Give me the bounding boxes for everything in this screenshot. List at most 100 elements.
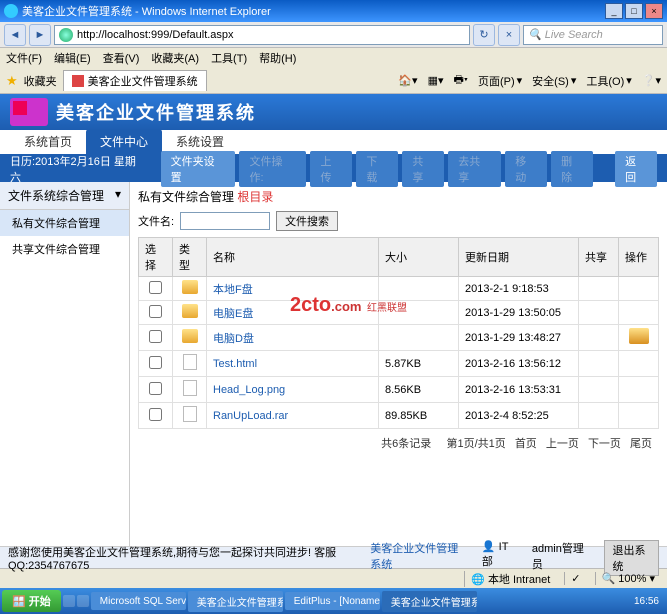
row-checkbox[interactable]: [149, 330, 162, 343]
sidebar-item-shared[interactable]: 共享文件综合管理: [0, 236, 129, 262]
pager-next[interactable]: 下一页: [588, 438, 621, 450]
task-item[interactable]: 美客企业文件管理系…: [382, 591, 477, 612]
file-size: 8.56KB: [379, 377, 459, 403]
clock: 16:56: [634, 596, 659, 607]
col-type: 类型: [173, 238, 207, 277]
col-size: 大小: [379, 238, 459, 277]
safety-menu[interactable]: 安全(S)▾: [532, 73, 576, 89]
quick-launch-icon[interactable]: [77, 595, 89, 607]
maximize-button[interactable]: □: [625, 3, 643, 19]
file-name-link[interactable]: Head_Log.png: [213, 384, 285, 396]
file-date: 2013-2-16 13:53:31: [459, 377, 579, 403]
col-share: 共享: [579, 238, 619, 277]
panel-title: 私有文件综合管理 根目录: [138, 188, 659, 205]
main-panel: 私有文件综合管理 根目录 文件名: 文件搜索 选择 类型 名称 大小 更新日期 …: [130, 182, 667, 546]
file-date: 2013-2-16 13:56:12: [459, 351, 579, 377]
file-name-link[interactable]: 本地F盘: [213, 284, 253, 296]
col-op: 操作: [619, 238, 659, 277]
file-share: [579, 277, 619, 301]
ie-icon: [4, 4, 18, 18]
system-tray[interactable]: 16:56: [628, 596, 665, 607]
file-name-link[interactable]: 电脑E盘: [213, 308, 253, 320]
app-header: 美客企业文件管理系统: [0, 94, 667, 130]
refresh-button[interactable]: ↻: [473, 24, 495, 46]
window-title: 美客企业文件管理系统 - Windows Internet Explorer: [22, 3, 271, 19]
table-row: 电脑D盘 2013-1-29 13:48:27: [139, 325, 659, 351]
app-footer: 感谢您使用美客企业文件管理系统,期待与您一起探讨共同进步! 客服QQ:23547…: [0, 546, 667, 568]
globe-icon: [59, 28, 73, 42]
favorites-label[interactable]: 收藏夹: [24, 73, 57, 89]
file-name-link[interactable]: 电脑D盘: [213, 333, 254, 345]
stop-button[interactable]: ×: [498, 24, 520, 46]
task-item[interactable]: EditPlus - [Noname1…: [285, 592, 380, 610]
row-checkbox[interactable]: [149, 356, 162, 369]
window-titlebar: 美客企业文件管理系统 - Windows Internet Explorer _…: [0, 0, 667, 22]
zoom-level[interactable]: 🔍 100% ▾: [595, 572, 661, 585]
minimize-button[interactable]: _: [605, 3, 623, 19]
menu-file[interactable]: 文件(F): [6, 50, 42, 66]
close-button[interactable]: ×: [645, 3, 663, 19]
task-item[interactable]: Microsoft SQL Serve…: [91, 592, 186, 610]
row-checkbox[interactable]: [149, 408, 162, 421]
file-table: 选择 类型 名称 大小 更新日期 共享 操作 本地F盘2013-2-1 9:18…: [138, 237, 659, 429]
tab-home[interactable]: 系统首页: [10, 129, 86, 154]
open-folder-icon[interactable]: [629, 328, 649, 344]
file-share: [579, 351, 619, 377]
app-logo: [10, 98, 48, 126]
file-date: 2013-1-29 13:50:05: [459, 301, 579, 325]
footer-thanks: 感谢您使用美客企业文件管理系统,期待与您一起探讨共同进步! 客服QQ:23547…: [8, 544, 370, 572]
feed-icon[interactable]: ▦▾: [428, 74, 444, 87]
file-date: 2013-1-29 13:48:27: [459, 325, 579, 351]
col-select: 选择: [139, 238, 173, 277]
print-icon[interactable]: 🖶▾: [453, 71, 467, 90]
content-area: 文件系统综合管理▾ 私有文件综合管理 共享文件综合管理 私有文件综合管理 根目录…: [0, 182, 667, 546]
collapse-icon[interactable]: ▾: [115, 187, 121, 204]
pager-prev[interactable]: 上一页: [546, 438, 579, 450]
quick-launch-icon[interactable]: [63, 595, 75, 607]
sidebar-heading: 文件系统综合管理▾: [0, 182, 129, 210]
row-checkbox[interactable]: [149, 305, 162, 318]
table-row: Test.html5.87KB2013-2-16 13:56:12: [139, 351, 659, 377]
address-bar[interactable]: http://localhost:999/Default.aspx: [54, 25, 470, 45]
file-name-link[interactable]: Test.html: [213, 358, 257, 370]
tools-menu[interactable]: 工具(O)▾: [586, 73, 631, 89]
app-title: 美客企业文件管理系统: [56, 99, 256, 125]
pager-last[interactable]: 尾页: [630, 438, 652, 450]
folder-icon: [182, 329, 198, 343]
browser-tab[interactable]: 美客企业文件管理系统: [63, 70, 207, 91]
folder-icon: [182, 280, 198, 294]
forward-button[interactable]: ►: [29, 24, 51, 46]
menu-view[interactable]: 查看(V): [103, 50, 140, 66]
start-button[interactable]: 🪟 开始: [2, 590, 61, 612]
row-checkbox[interactable]: [149, 382, 162, 395]
menu-edit[interactable]: 编辑(E): [54, 50, 91, 66]
favorites-star-icon[interactable]: ★: [6, 73, 18, 89]
pager: 共6条记录 第1页/共1页 首页 上一页 下一页 尾页: [138, 429, 659, 457]
filename-input[interactable]: [180, 212, 270, 230]
home-icon[interactable]: 🏠▾: [398, 74, 417, 87]
task-item[interactable]: 美客企业文件管理系…: [188, 591, 283, 612]
file-icon: [183, 406, 197, 422]
file-share: [579, 403, 619, 429]
col-date: 更新日期: [459, 238, 579, 277]
watermark: 2cto.com 红黑联盟: [290, 294, 407, 317]
search-button[interactable]: 文件搜索: [276, 211, 338, 231]
back-button[interactable]: ◄: [4, 24, 26, 46]
menu-tools[interactable]: 工具(T): [211, 50, 247, 66]
page-menu[interactable]: 页面(P)▾: [478, 73, 522, 89]
pager-first[interactable]: 首页: [515, 438, 537, 450]
menu-favorites[interactable]: 收藏夹(A): [151, 50, 199, 66]
menu-help[interactable]: 帮助(H): [259, 50, 296, 66]
file-name-link[interactable]: RanUpLoad.rar: [213, 410, 288, 422]
file-size: [379, 325, 459, 351]
file-share: [579, 325, 619, 351]
help-icon[interactable]: ❔▾: [642, 74, 661, 87]
ie-nav-toolbar: ◄ ► http://localhost:999/Default.aspx ↻ …: [0, 22, 667, 48]
windows-taskbar: 🪟 开始 Microsoft SQL Serve… 美客企业文件管理系… Edi…: [0, 588, 667, 614]
tab-files[interactable]: 文件中心: [86, 129, 162, 154]
ie-favorites-bar: ★ 收藏夹 美客企业文件管理系统 🏠▾ ▦▾ 🖶▾ 页面(P)▾ 安全(S)▾ …: [0, 68, 667, 94]
browser-search[interactable]: 🔍 Live Search: [523, 25, 663, 45]
row-checkbox[interactable]: [149, 281, 162, 294]
sidebar-item-private[interactable]: 私有文件综合管理: [0, 210, 129, 236]
table-row: Head_Log.png 8.56KB2013-2-16 13:53:31: [139, 377, 659, 403]
